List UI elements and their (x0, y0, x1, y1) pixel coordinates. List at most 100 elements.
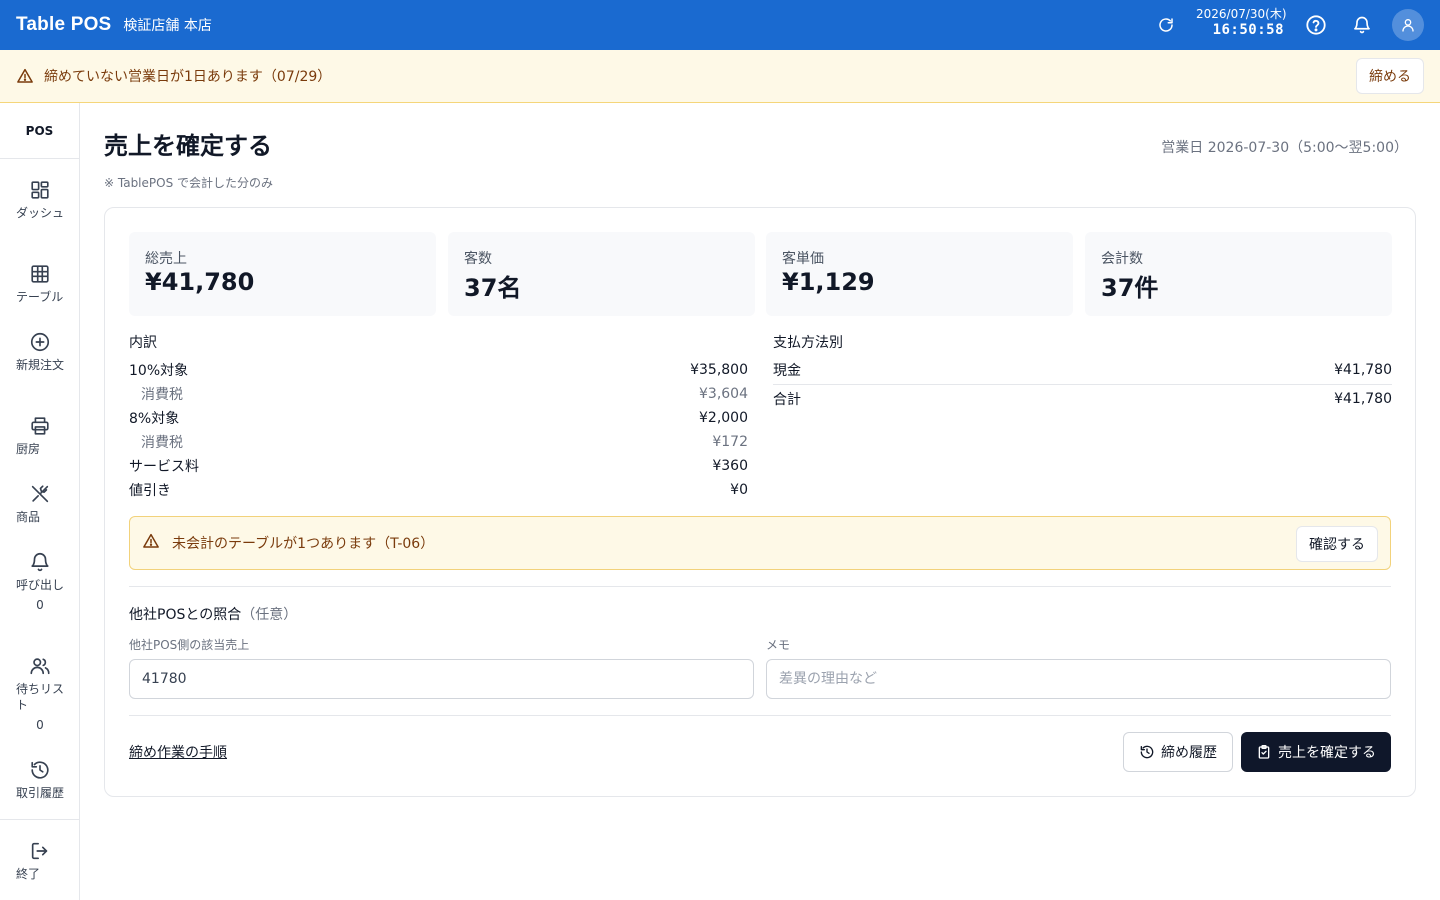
banner-message: 締めていない営業日が1日あります（07/29） (44, 69, 332, 85)
row-value: ¥172 (712, 434, 748, 450)
row-label: 消費税 (141, 435, 183, 451)
stat-value: 37名 (464, 274, 522, 302)
stat-average-spend: 客単価 ¥1,129 (766, 232, 1073, 316)
app-brand: Table POS (16, 14, 112, 35)
other-pos-sales-label: 他社POS側の該当売上 (129, 638, 250, 652)
sidebar-item-calls[interactable]: 呼び出し 0 (0, 551, 80, 613)
row-value: ¥3,604 (699, 386, 748, 402)
sidebar-item-kitchen[interactable]: 厨房 (0, 415, 80, 457)
reconcile-title-text: 他社POSとの照合 (129, 607, 242, 623)
stat-value: 37件 (1101, 274, 1159, 302)
stat-total-sales: 総売上 ¥41,780 (129, 232, 436, 316)
sidebar-item-label: 商品 (16, 510, 41, 524)
utensils-icon (31, 485, 49, 503)
unpaid-table-alert: 未会計のテーブルが1つあります（T-06） 確認する (129, 516, 1391, 570)
breakdown-row: サービス料 ¥360 (129, 456, 748, 476)
sidebar-item-history[interactable]: 取引履歴 (0, 759, 80, 801)
breakdown-row: 消費税 ¥172 (129, 432, 748, 452)
sidebar-item-dashboard[interactable]: ダッシュ (0, 179, 80, 221)
current-time: 16:50:58 (1212, 22, 1284, 38)
stat-label: 会計数 (1101, 251, 1143, 267)
dashboard-icon (31, 181, 49, 199)
sidebar: POS ダッシュ テーブル 新規注文 厨房 商品 呼び出し 0 待ちリスト 0 … (0, 103, 80, 900)
warning-icon (142, 532, 160, 554)
warning-icon (16, 67, 34, 85)
page-title: 売上を確定する (104, 132, 272, 160)
breakdown-row: 値引き ¥0 (129, 480, 748, 500)
row-label: 10%対象 (129, 363, 189, 379)
row-label: 値引き (129, 483, 171, 499)
close-day-button[interactable]: 締める (1356, 58, 1424, 94)
page-note: ※ TablePOS で会計した分のみ (104, 176, 274, 190)
breakdown-title: 内訳 (129, 335, 157, 351)
row-label: サービス料 (129, 459, 199, 475)
sidebar-title: POS (0, 103, 79, 159)
section-divider (129, 586, 1391, 587)
stat-label: 総売上 (145, 251, 187, 267)
stat-value: ¥41,780 (145, 268, 255, 296)
sidebar-item-waitlist[interactable]: 待ちリスト 0 (0, 655, 80, 733)
refresh-icon[interactable] (1155, 14, 1177, 36)
sidebar-divider (0, 819, 80, 820)
history-icon (31, 761, 49, 779)
memo-label: メモ (766, 638, 791, 652)
sidebar-item-label: 終了 (16, 867, 41, 881)
row-value: ¥0 (730, 482, 748, 498)
sidebar-item-label: ダッシュ (16, 206, 65, 220)
unclosed-day-banner: 締めていない営業日が1日あります（07/29） 締める (0, 50, 1440, 103)
sidebar-item-new-order[interactable]: 新規注文 (0, 331, 80, 373)
history-icon (1140, 745, 1154, 759)
breakdown-row: 消費税 ¥3,604 (129, 384, 748, 404)
closing-history-button[interactable]: 締め履歴 (1123, 732, 1233, 772)
stat-value: ¥1,129 (782, 268, 875, 296)
sidebar-item-label: 厨房 (16, 442, 41, 456)
sidebar-item-exit[interactable]: 終了 (0, 840, 80, 882)
sidebar-item-label: 呼び出し (16, 578, 65, 592)
row-label: 8%対象 (129, 411, 180, 427)
breakdown-row: 10%対象 ¥35,800 (129, 360, 748, 380)
app-header: Table POS 検証店舗 本店 2026/07/30(木) 16:50:58 (0, 0, 1440, 50)
sidebar-item-products[interactable]: 商品 (0, 483, 80, 525)
payment-row: 現金 ¥41,780 (773, 360, 1392, 380)
sidebar-item-tables[interactable]: テーブル (0, 263, 80, 305)
sidebar-item-label: 取引履歴 (16, 786, 65, 800)
clipboard-check-icon (1258, 745, 1270, 759)
logout-icon (31, 842, 48, 860)
button-label: 締め履歴 (1161, 745, 1217, 761)
section-divider (129, 715, 1391, 716)
payment-total-row: 合計 ¥41,780 (773, 389, 1392, 409)
plus-circle-icon (30, 332, 50, 352)
business-day: 営業日 2026-07-30（5:00〜翌5:00） (1161, 140, 1408, 156)
optional-label: （任意） (241, 607, 298, 623)
notification-bell-icon[interactable] (1351, 14, 1373, 36)
reconcile-title: 他社POSとの照合（任意） (129, 604, 297, 624)
row-value: ¥2,000 (699, 410, 748, 426)
users-icon (30, 658, 50, 675)
row-value: ¥41,780 (1334, 391, 1392, 407)
bell-icon (31, 553, 49, 572)
sales-summary-card: 総売上 ¥41,780 客数 37名 客単価 ¥1,129 会計数 37件 内訳… (104, 207, 1416, 797)
calls-count: 0 (36, 598, 44, 612)
stat-checkouts: 会計数 37件 (1085, 232, 1392, 316)
check-unpaid-button[interactable]: 確認する (1296, 526, 1378, 562)
row-label: 合計 (773, 392, 801, 408)
alert-message: 未会計のテーブルが1つあります（T-06） (172, 536, 435, 552)
user-avatar[interactable] (1392, 9, 1424, 41)
clock: 2026/07/30(木) 16:50:58 (1196, 7, 1287, 39)
other-pos-sales-input[interactable] (129, 659, 754, 699)
memo-input[interactable] (766, 659, 1391, 699)
row-value: ¥35,800 (690, 362, 748, 378)
stat-customers: 客数 37名 (448, 232, 755, 316)
current-date: 2026/07/30(木) (1196, 7, 1287, 21)
confirm-sales-button[interactable]: 売上を確定する (1241, 732, 1391, 772)
payment-title: 支払方法別 (773, 335, 843, 351)
stat-label: 客数 (464, 251, 492, 267)
help-icon[interactable] (1305, 14, 1327, 36)
row-label: 現金 (773, 363, 801, 379)
closing-procedure-link[interactable]: 締め作業の手順 (129, 742, 227, 762)
sidebar-item-label: 新規注文 (16, 358, 65, 372)
stat-label: 客単価 (782, 251, 824, 267)
row-value: ¥360 (712, 458, 748, 474)
row-value: ¥41,780 (1334, 362, 1392, 378)
sidebar-item-label: 待ちリスト (16, 682, 65, 712)
